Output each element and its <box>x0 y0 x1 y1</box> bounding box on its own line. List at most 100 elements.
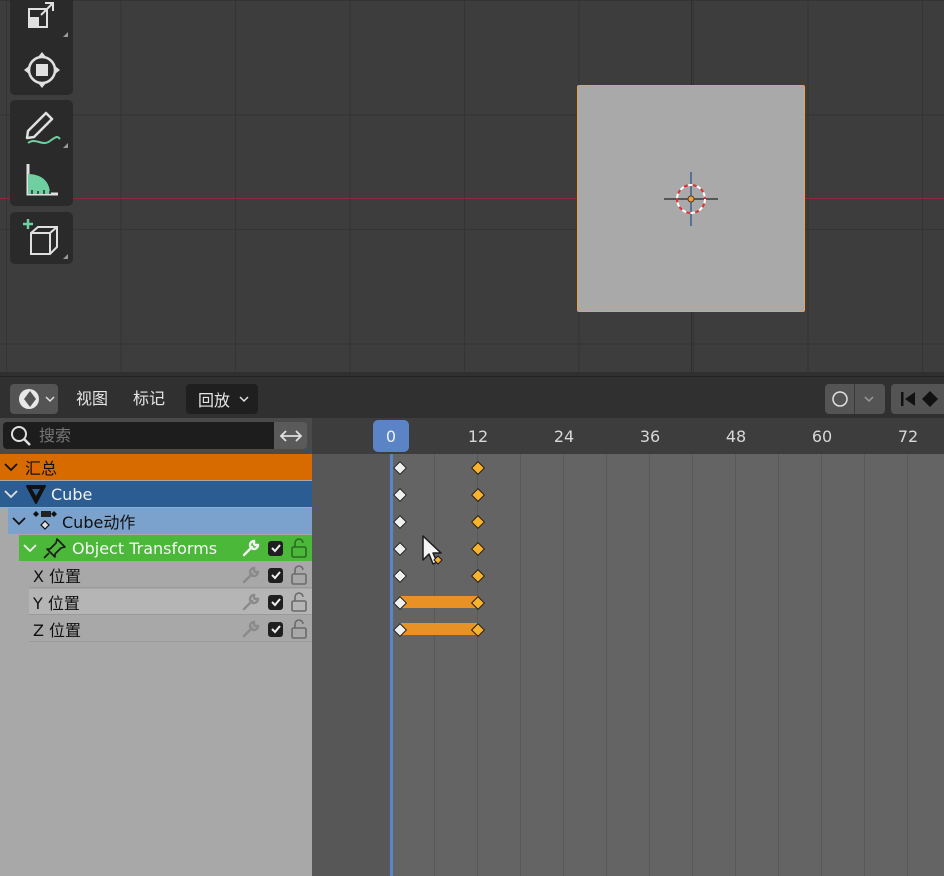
chevron-down-icon[interactable] <box>2 460 20 474</box>
scale-tool-button[interactable] <box>10 0 73 42</box>
grid-line <box>606 454 607 876</box>
checkbox-icon[interactable] <box>268 621 283 637</box>
keyframe-hold-bar[interactable] <box>400 623 478 635</box>
menu-view[interactable]: 视图 <box>76 384 108 414</box>
keyframe-selected[interactable] <box>470 487 486 503</box>
channel-fcurve-toggles <box>241 616 308 642</box>
keyframe-selected[interactable] <box>470 514 486 530</box>
channel-object-label: Cube <box>51 484 93 504</box>
grid-line <box>864 454 865 876</box>
channel-fcurve-row-z[interactable]: Z 位置 <box>29 616 312 642</box>
wrench-icon[interactable] <box>241 538 261 558</box>
transform-tool-button[interactable] <box>10 42 73 98</box>
chevron-down-icon[interactable] <box>2 487 20 501</box>
channel-fcurve-row-x[interactable]: X 位置 <box>29 562 312 588</box>
channel-fcurve-label: Y 位置 <box>33 593 80 613</box>
grid-line <box>821 454 822 876</box>
grid-line <box>563 454 564 876</box>
add-cube-tool-button[interactable] <box>10 212 73 264</box>
grid-line <box>778 454 779 876</box>
checkbox-icon[interactable] <box>268 594 283 610</box>
wrench-icon[interactable] <box>241 565 261 585</box>
annotate-tool-button[interactable] <box>10 100 73 153</box>
dopesheet-editor-icon <box>19 389 39 409</box>
channel-group-label: Object Transforms <box>72 538 218 558</box>
channel-fcurve-toggles <box>241 589 308 615</box>
channel-group-toggles <box>241 535 308 561</box>
keyframe-selected[interactable] <box>470 460 486 476</box>
toolbar-group-annotate <box>10 100 73 206</box>
dopesheet-header: 视图 标记 回放 <box>0 376 944 419</box>
keyframe-diamond-icon[interactable] <box>919 388 941 410</box>
frame-tick-label: 48 <box>725 427 747 446</box>
add-cube-icon <box>22 219 58 255</box>
keyframe-hold-bar[interactable] <box>400 596 478 608</box>
channel-object-row[interactable]: Cube <box>0 481 312 507</box>
keyframe[interactable] <box>392 514 408 530</box>
wrench-icon[interactable] <box>241 619 261 639</box>
dopesheet-timeline[interactable]: 12 24 36 48 60 72 0 <box>312 418 944 876</box>
annotate-icon <box>25 111 61 144</box>
measure-icon <box>26 163 58 195</box>
grid-line <box>434 454 435 876</box>
channel-search-field[interactable] <box>3 422 274 449</box>
keyframe[interactable] <box>392 541 408 557</box>
playhead-line[interactable] <box>390 454 393 876</box>
action-keyframes-icon <box>33 511 57 530</box>
keyframe-selected[interactable] <box>470 568 486 584</box>
channel-search-row <box>0 418 312 454</box>
chevron-down-icon <box>45 396 55 403</box>
measure-tool-button[interactable] <box>10 153 73 206</box>
chevron-down-icon[interactable] <box>10 514 28 528</box>
channel-action-row[interactable]: Cube动作 <box>8 508 312 534</box>
search-input[interactable] <box>37 425 261 446</box>
wrench-icon[interactable] <box>241 592 261 612</box>
keyframe-jump-buttons[interactable] <box>891 384 944 414</box>
pin-icon[interactable] <box>43 537 67 559</box>
channel-summary-row[interactable]: 汇总 <box>0 454 312 480</box>
before-frame-range-shade <box>312 454 391 876</box>
frame-tick-label: 60 <box>811 427 833 446</box>
editor-type-selector[interactable] <box>10 384 58 414</box>
keyframe[interactable] <box>392 568 408 584</box>
mesh-object-icon <box>26 485 46 504</box>
grid-line <box>520 454 521 876</box>
grid-line <box>692 454 693 876</box>
frame-tick-label: 36 <box>639 427 661 446</box>
transform-icon <box>23 52 60 88</box>
swap-icon <box>279 429 302 442</box>
checkbox-icon[interactable] <box>268 540 283 556</box>
scale-icon <box>27 2 54 28</box>
frame-tick-label: 12 <box>467 427 489 446</box>
unlock-icon[interactable] <box>290 591 308 613</box>
proportional-editing-button[interactable] <box>825 384 885 414</box>
unlock-icon[interactable] <box>290 564 308 586</box>
proportional-circle-icon <box>832 391 848 407</box>
channel-fcurve-row-y[interactable]: Y 位置 <box>29 589 312 615</box>
swap-filter-button[interactable] <box>274 422 307 449</box>
search-icon <box>11 425 31 446</box>
channel-fcurve-label: X 位置 <box>33 566 82 586</box>
unlock-icon[interactable] <box>290 618 308 640</box>
current-frame-indicator[interactable]: 0 <box>373 420 409 452</box>
chevron-down-icon[interactable] <box>21 541 39 555</box>
grid-line <box>735 454 736 876</box>
menu-playback[interactable]: 回放 <box>186 384 258 414</box>
mouse-cursor-icon <box>422 535 443 565</box>
channel-fcurve-toggles <box>241 562 308 588</box>
keyframe[interactable] <box>392 460 408 476</box>
object-origin-cursor-icon <box>664 172 718 226</box>
jump-to-start-icon[interactable] <box>897 388 919 410</box>
keyframe[interactable] <box>392 487 408 503</box>
keyframe-selected[interactable] <box>470 541 486 557</box>
chevron-down-icon <box>864 396 874 403</box>
channel-group-row[interactable]: Object Transforms <box>19 535 312 561</box>
frame-tick-label: 72 <box>897 427 919 446</box>
menu-marker[interactable]: 标记 <box>133 384 165 414</box>
menu-playback-label: 回放 <box>198 391 231 410</box>
3d-viewport[interactable] <box>0 0 944 372</box>
unlock-icon[interactable] <box>290 537 308 559</box>
toolbar-group-add <box>10 212 73 264</box>
checkbox-icon[interactable] <box>268 567 283 583</box>
channel-fcurve-label: Z 位置 <box>33 620 82 640</box>
